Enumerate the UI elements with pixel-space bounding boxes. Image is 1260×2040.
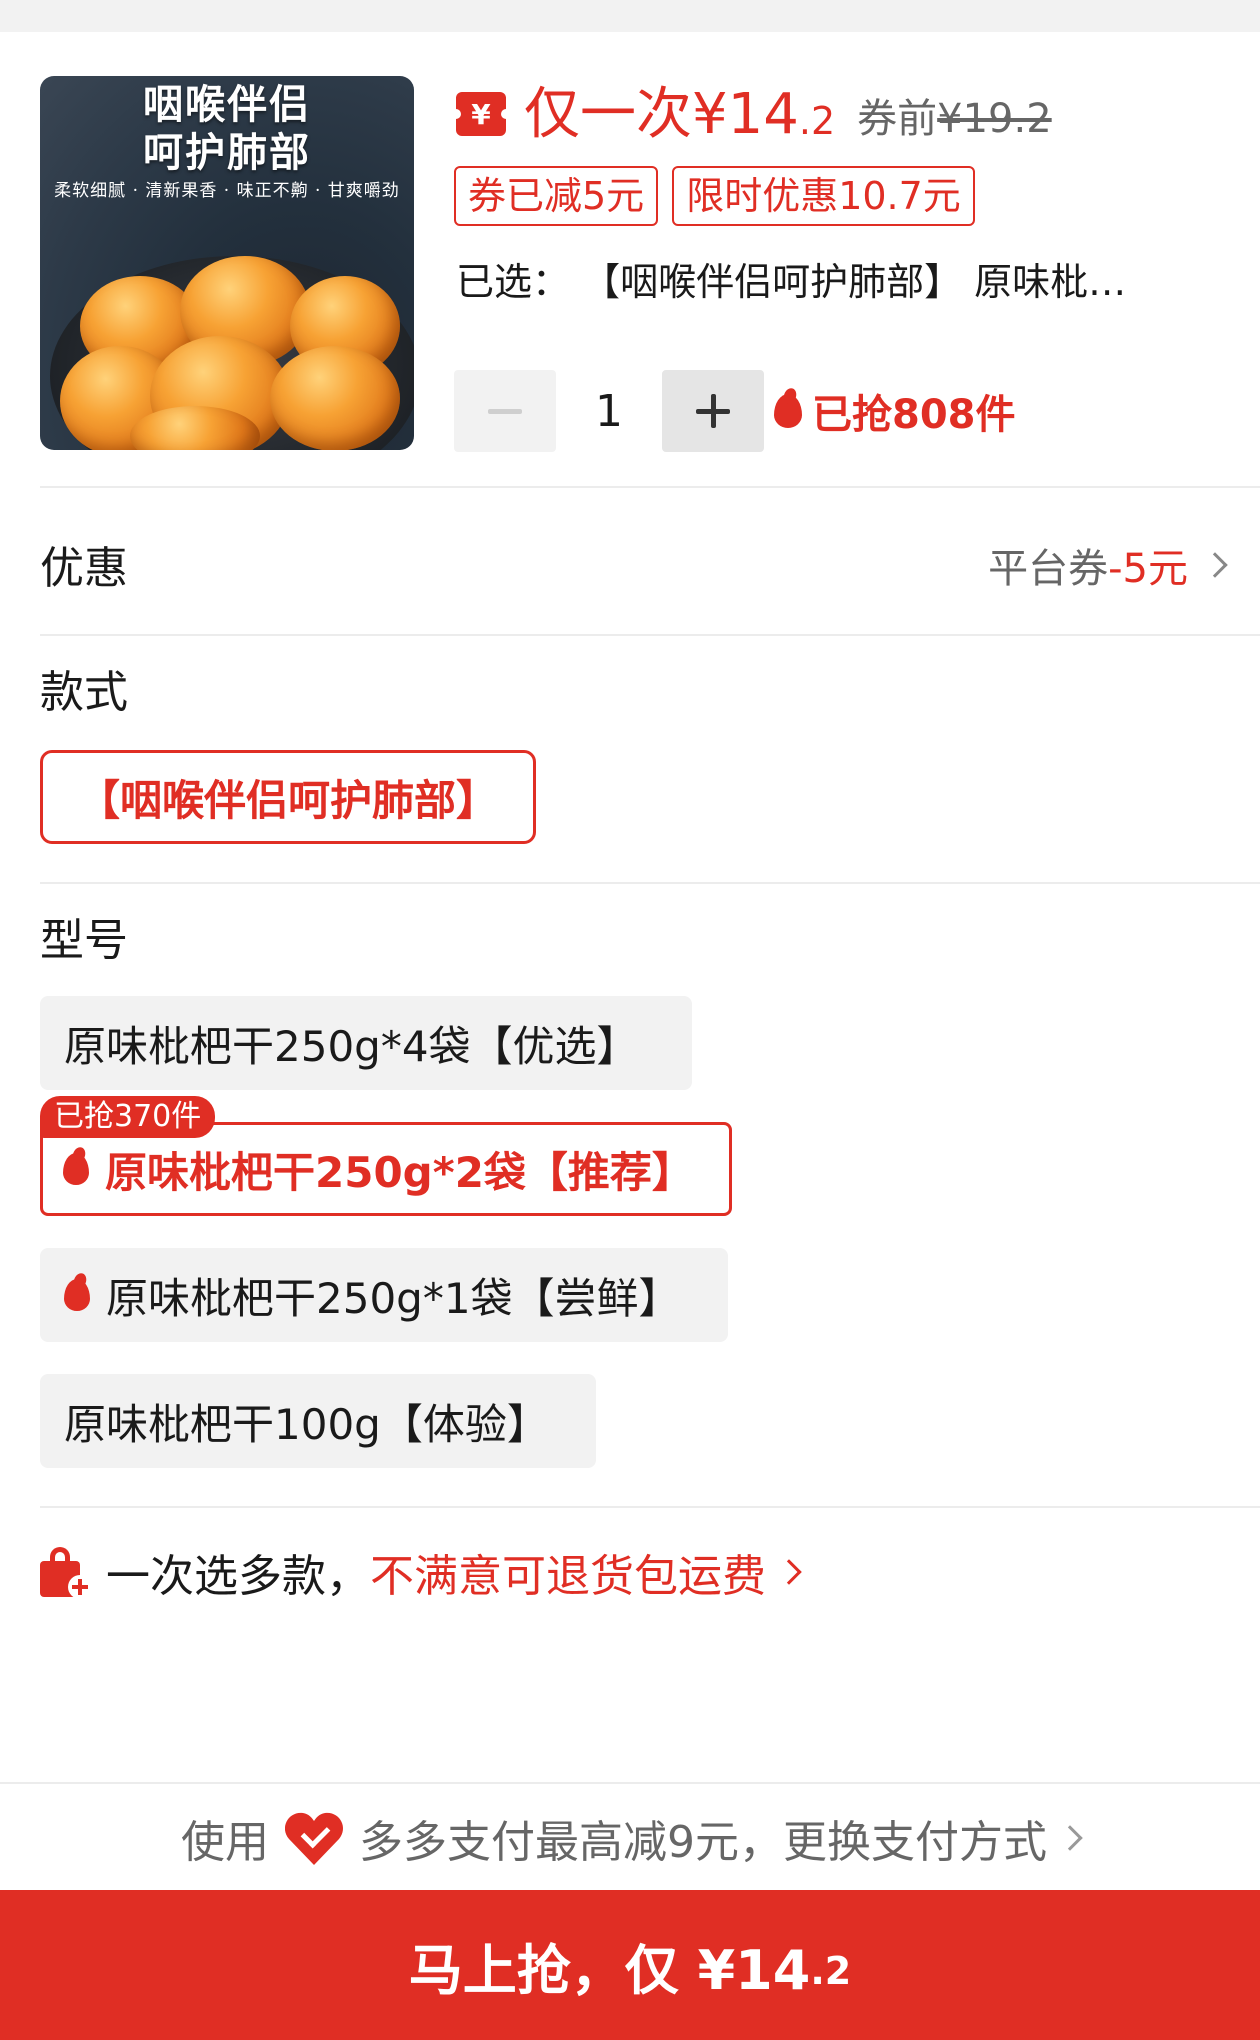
plus-icon xyxy=(696,394,730,428)
chevron-right-icon xyxy=(776,1559,802,1585)
model-option-label: 原味枇杷干100g【体验】 xyxy=(64,1399,549,1449)
return-text: 一次选多款， xyxy=(106,1551,370,1602)
divider xyxy=(40,882,1260,884)
style-option-selected[interactable]: 【咽喉伴侣呵护肺部】 xyxy=(40,750,536,844)
chevron-right-icon xyxy=(1057,1825,1083,1851)
discount-label: 平台券 xyxy=(988,546,1109,592)
buy-now-button[interactable]: 马上抢，仅 ¥14 .2 xyxy=(0,1890,1260,2040)
minus-icon xyxy=(488,408,522,414)
promo-tags: 券已减5元 限时优惠10.7元 xyxy=(454,166,975,226)
discount-selector[interactable]: 平台券 -5元 xyxy=(988,536,1228,594)
price-main: 仅一次¥14 xyxy=(524,82,799,147)
model-title: 型号 xyxy=(40,915,128,966)
return-link[interactable]: 不满意可退货包运费 xyxy=(370,1540,766,1604)
sold-count-text: 已抢808件 xyxy=(812,392,1016,438)
sold-count: 已抢808件 xyxy=(774,382,1016,440)
image-text-line2: 呵护肺部 xyxy=(143,129,311,176)
payment-prefix: 使用 xyxy=(181,1817,269,1868)
image-tagline: 柔软细腻 · 清新果香 · 味正不齁 · 甘爽嚼劲 xyxy=(54,181,400,201)
selected-summary: 已选： 【咽喉伴侣呵护肺部】 原味枇… xyxy=(456,260,1127,304)
style-title: 款式 xyxy=(40,667,128,718)
chevron-right-icon xyxy=(1202,552,1228,578)
fruit-graphic xyxy=(270,346,400,450)
coupon-tag: 券已减5元 xyxy=(454,166,659,226)
model-option[interactable]: 原味枇杷干100g【体验】 xyxy=(40,1374,596,1468)
divider xyxy=(40,634,1260,636)
model-option[interactable]: 原味枇杷干250g*4袋【优选】 xyxy=(40,996,692,1090)
model-option-label: 原味枇杷干250g*1袋【尝鲜】 xyxy=(106,1273,681,1323)
decrement-button[interactable] xyxy=(454,370,556,452)
discount-value: -5元 xyxy=(1108,546,1188,592)
shopping-bag-plus-icon xyxy=(40,1547,92,1599)
quantity-stepper: 1 已抢808件 xyxy=(454,370,1016,452)
buy-now-decimal: .2 xyxy=(810,1949,852,1993)
payment-method-row[interactable]: 使用 多多支付最高减9元，更换支付方式 xyxy=(0,1782,1260,1892)
quantity-value[interactable]: 1 xyxy=(556,386,662,437)
return-policy-row[interactable]: 一次选多款， 不满意可退货包运费 xyxy=(40,1540,812,1604)
product-image[interactable]: 咽喉伴侣 呵护肺部 柔软细腻 · 清新果香 · 味正不齁 · 甘爽嚼劲 xyxy=(40,76,414,450)
coupon-icon: ¥ xyxy=(451,92,511,136)
flame-icon xyxy=(774,394,802,428)
price-before: ¥19.2 xyxy=(937,96,1052,142)
divider xyxy=(40,1506,1260,1508)
divider xyxy=(40,486,1260,488)
flame-icon xyxy=(63,1153,89,1185)
payment-text: 多多支付最高减9元，更换支付方式 xyxy=(359,1817,1047,1868)
price-row: ¥ 仅一次¥14 .2 券前 ¥19.2 xyxy=(451,80,1052,150)
top-strip xyxy=(0,0,1260,32)
sold-badge: 已抢370件 xyxy=(40,1096,216,1138)
flame-icon xyxy=(64,1279,90,1311)
model-option[interactable]: 原味枇杷干250g*1袋【尝鲜】 xyxy=(40,1248,728,1342)
discount-title: 优惠 xyxy=(40,543,128,594)
buy-now-label: 马上抢，仅 ¥14 xyxy=(408,1938,811,2002)
model-option-label: 原味枇杷干250g*2袋【推荐】 xyxy=(105,1147,694,1197)
price-decimal: .2 xyxy=(798,99,836,143)
heart-check-icon xyxy=(285,1811,343,1865)
model-option-label: 原味枇杷干250g*4袋【优选】 xyxy=(64,1021,639,1071)
increment-button[interactable] xyxy=(662,370,764,452)
limited-offer-tag: 限时优惠10.7元 xyxy=(672,166,975,226)
price-before-label: 券前 xyxy=(857,96,938,142)
